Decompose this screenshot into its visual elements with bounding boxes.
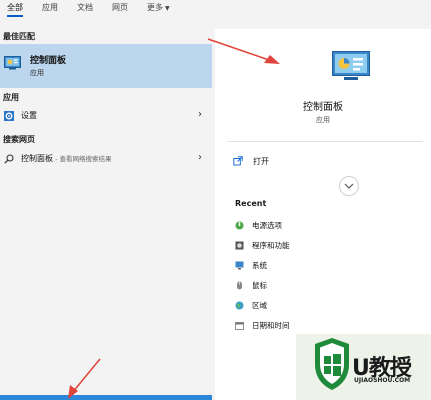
power-options-icon [235, 221, 244, 230]
recent-item-system[interactable]: 系统 [235, 260, 405, 274]
gear-icon [4, 111, 14, 121]
apps-heading: 应用 [3, 93, 19, 102]
tab-apps[interactable]: 应用 [42, 0, 58, 17]
web-search-hint: - 查看网络搜索结果 [53, 155, 112, 163]
search-icon [4, 154, 14, 164]
programs-features-icon [235, 241, 244, 250]
settings-result[interactable]: 设置 › [0, 106, 212, 126]
divider [227, 141, 423, 142]
chevron-down-icon [344, 183, 354, 189]
recent-item-datetime[interactable]: 日期和时间 [235, 320, 405, 334]
control-panel-icon [4, 56, 21, 70]
tab-web-label: 网页 [112, 3, 128, 12]
recent-heading: Recent [235, 199, 267, 208]
tab-documents[interactable]: 文档 [77, 0, 93, 17]
recent-item-label: 程序和功能 [252, 241, 290, 250]
system-icon [235, 261, 244, 270]
search-box-edge[interactable] [0, 395, 212, 400]
watermark: U教授 UJIAOSHOU.COM [296, 334, 431, 400]
recent-item-label: 鼠标 [252, 281, 267, 290]
results-pane: 最佳匹配 控制面板 应用 应用 设置 › 搜索网页 控制面板 - 查看网络搜索结… [0, 17, 212, 400]
region-icon [235, 301, 244, 310]
chevron-right-icon[interactable]: › [198, 152, 202, 163]
tab-documents-label: 文档 [77, 3, 93, 12]
tab-more[interactable]: 更多 ▼ [147, 0, 170, 17]
preview-subtitle: 应用 [316, 116, 330, 124]
watermark-logo-icon [315, 338, 349, 390]
tab-all[interactable]: 全部 [7, 0, 23, 17]
annotation-arrow [207, 38, 280, 64]
recent-item-label: 电源选项 [252, 221, 282, 230]
recent-item-label: 区域 [252, 301, 267, 310]
tab-more-label: 更多 [147, 3, 163, 12]
watermark-url: UJIAOSHOU.COM [354, 377, 411, 384]
best-match-heading: 最佳匹配 [3, 32, 35, 41]
recent-item-programs-features[interactable]: 程序和功能 [235, 240, 405, 254]
best-match-subtitle: 应用 [30, 69, 44, 77]
recent-item-label: 系统 [252, 261, 267, 270]
mouse-icon [237, 281, 242, 290]
recent-item-region[interactable]: 区域 [235, 300, 405, 314]
tab-web[interactable]: 网页 [112, 0, 128, 17]
best-match-result[interactable]: 控制面板 应用 [0, 44, 212, 88]
open-label: 打开 [253, 157, 269, 166]
open-action[interactable]: 打开 [233, 156, 413, 170]
best-match-title: 控制面板 [30, 56, 67, 66]
chevron-down-icon: ▼ [165, 5, 170, 12]
recent-item-mouse[interactable]: 鼠标 [235, 280, 405, 294]
web-search-result[interactable]: 控制面板 - 查看网络搜索结果 › [0, 149, 212, 169]
preview-title: 控制面板 [303, 102, 343, 113]
recent-item-label: 日期和时间 [252, 321, 290, 330]
tab-apps-label: 应用 [42, 3, 58, 12]
web-heading: 搜索网页 [3, 135, 35, 144]
tab-all-label: 全部 [7, 3, 23, 12]
recent-item-power-options[interactable]: 电源选项 [235, 220, 405, 234]
expand-button[interactable] [339, 176, 359, 196]
annotation-arrow [68, 358, 101, 399]
open-icon [233, 156, 243, 166]
control-panel-icon [332, 51, 370, 80]
settings-label: 设置 [21, 111, 37, 120]
chevron-right-icon[interactable]: › [198, 109, 202, 120]
search-scope-tabs: 全部 应用 文档 网页 更多 ▼ [0, 0, 431, 17]
web-search-text: 控制面板 - 查看网络搜索结果 [21, 153, 111, 164]
web-search-label: 控制面板 [21, 154, 53, 163]
datetime-icon [235, 322, 244, 330]
